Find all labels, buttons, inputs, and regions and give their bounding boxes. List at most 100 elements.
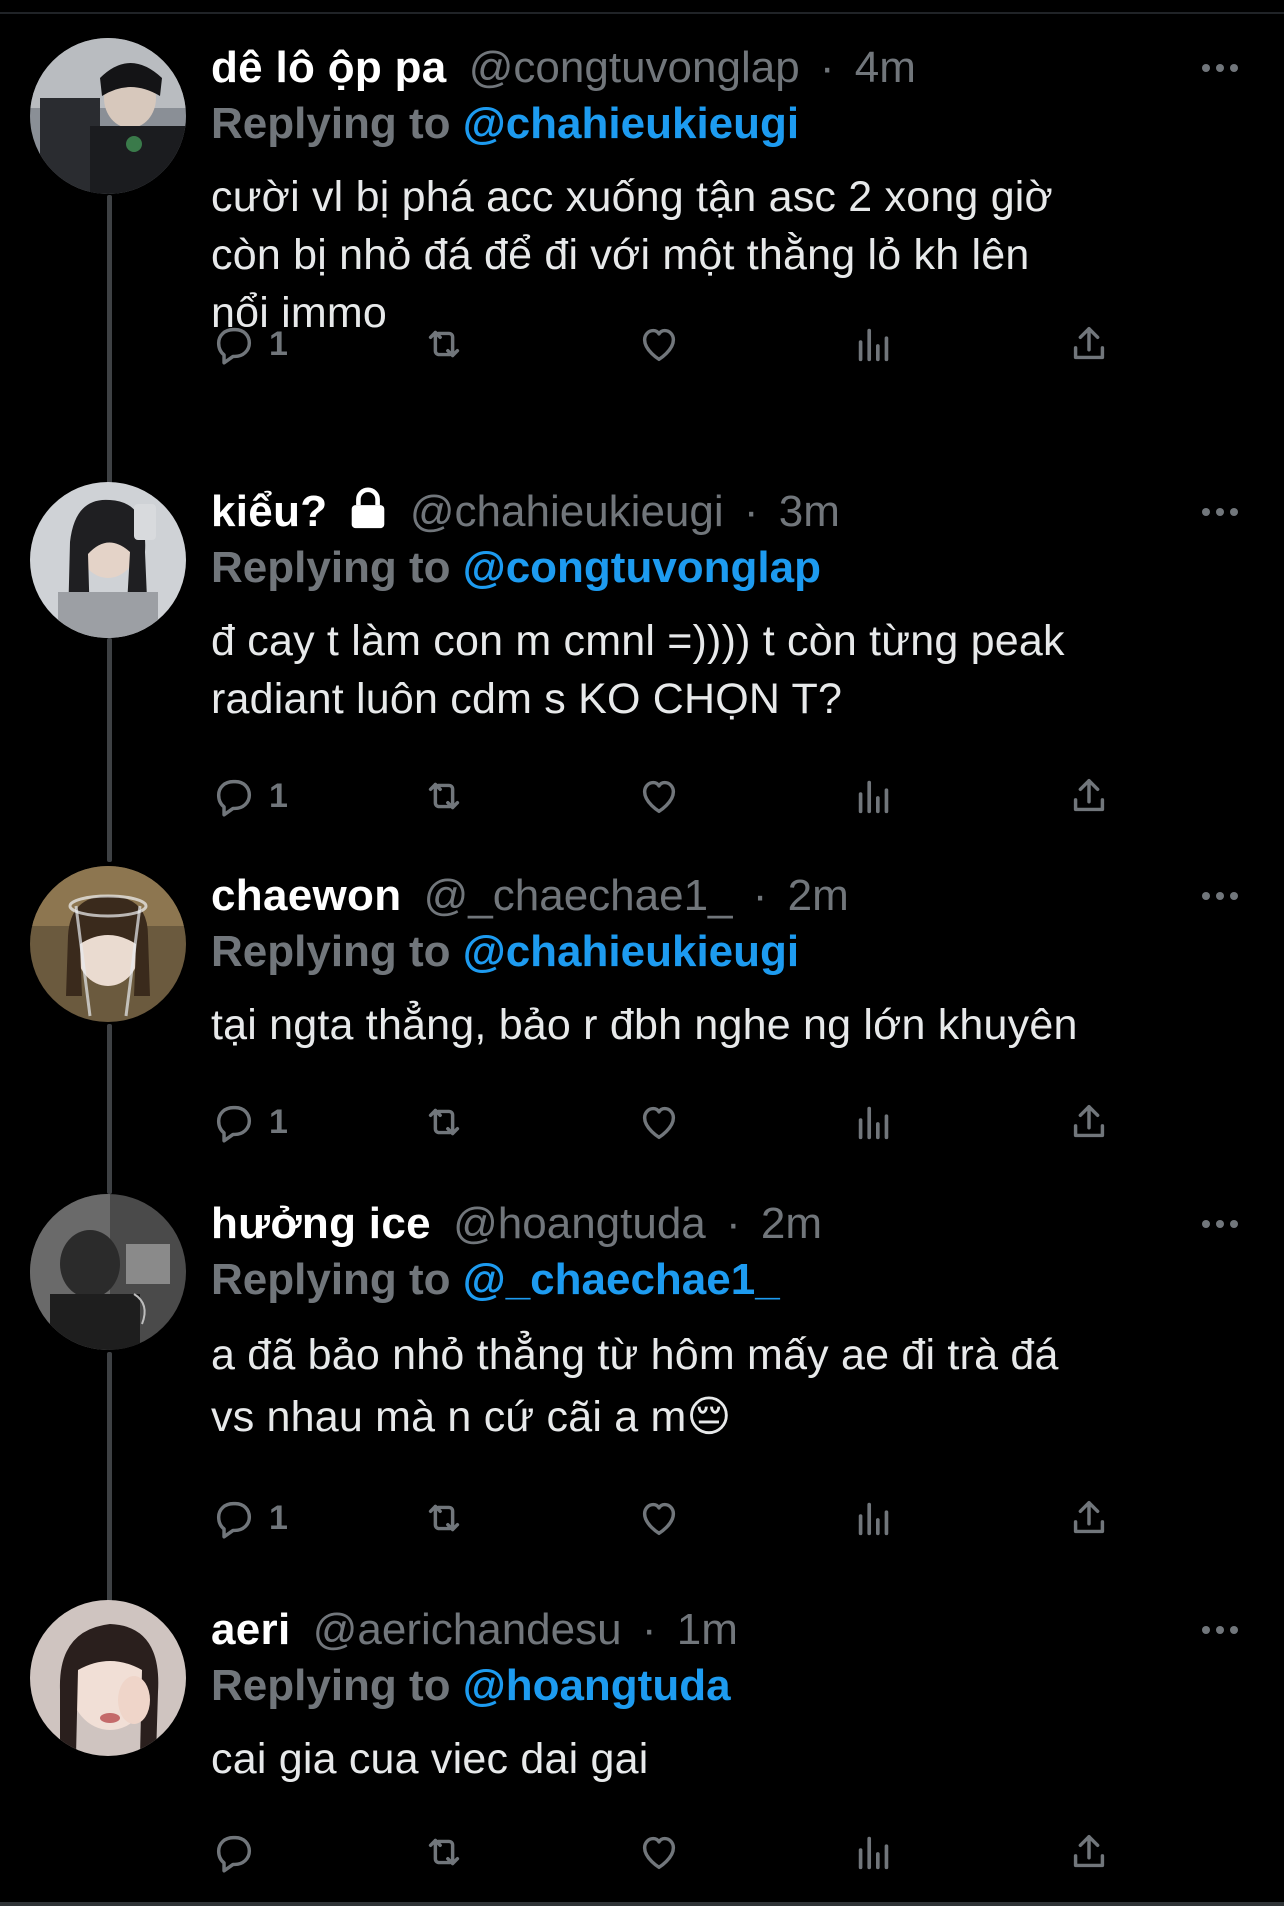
share-icon: [1073, 1500, 1105, 1534]
timestamp[interactable]: 2m: [788, 871, 849, 920]
share-button[interactable]: [1066, 1096, 1112, 1148]
share-button[interactable]: [1066, 1492, 1112, 1544]
tweet-header: hưởng ice @hoangtuda · 2m: [211, 1194, 822, 1254]
tweet-text: cai gia cua viec dai gai: [211, 1730, 1251, 1788]
display-name[interactable]: aeri: [211, 1605, 291, 1654]
like-button[interactable]: [636, 1096, 682, 1148]
replying-to: Replying to @chahieukieugi: [211, 922, 799, 982]
display-name[interactable]: dê lô ộp pa: [211, 43, 447, 92]
tweet-text-line: radiant luôn cdm s KO CHỌN T?: [211, 675, 843, 723]
action-bar: 1: [211, 318, 1131, 370]
separator-dot: ·: [819, 43, 835, 92]
tweet[interactable]: chaewon @_chaechae1_ · 2m Replying to @c…: [0, 866, 1284, 1166]
reply-count: 1: [269, 776, 288, 815]
reply-button[interactable]: [211, 1826, 269, 1878]
user-handle[interactable]: @chahieukieugi: [410, 487, 724, 536]
like-button[interactable]: [636, 770, 682, 822]
retweet-icon: [428, 1108, 460, 1136]
views-icon: [858, 328, 889, 362]
timestamp[interactable]: 1m: [677, 1605, 738, 1654]
tweet-text: đ cay t làm con m cmnl =)))) t còn từng …: [211, 612, 1251, 728]
display-name[interactable]: kiểu?: [211, 487, 327, 536]
retweet-icon: [428, 1838, 460, 1866]
avatar[interactable]: [30, 38, 186, 194]
views-button[interactable]: [851, 1826, 897, 1878]
reply-button[interactable]: 1: [211, 1096, 288, 1148]
reply-button[interactable]: 1: [211, 1492, 288, 1544]
reply-icon: [216, 779, 252, 817]
retweet-button[interactable]: [421, 1492, 467, 1544]
views-icon: [858, 1836, 889, 1870]
views-button[interactable]: [851, 318, 897, 370]
user-handle[interactable]: @_chaechae1_: [424, 871, 733, 920]
mention-link[interactable]: @chahieukieugi: [463, 99, 799, 148]
share-icon: [1073, 326, 1105, 360]
retweet-icon: [428, 782, 460, 810]
tweet-text-line: tại ngta thẳng, bảo r đbh nghe ng lớn kh…: [211, 1001, 1078, 1049]
replying-to: Replying to @chahieukieugi: [211, 94, 799, 154]
views-icon: [858, 1106, 889, 1140]
timestamp[interactable]: 2m: [761, 1199, 822, 1248]
tweet-text-line: cười vl bị phá acc xuống tận asc 2 xong …: [211, 173, 1053, 221]
share-button[interactable]: [1066, 770, 1112, 822]
views-icon: [858, 780, 889, 814]
share-icon: [1073, 1104, 1105, 1138]
tweet-header: kiểu? @chahieukieugi · 3m: [211, 482, 840, 542]
tweet-text-line: đ cay t làm con m cmnl =)))) t còn từng …: [211, 617, 1065, 665]
share-button[interactable]: [1066, 1826, 1112, 1878]
tweet[interactable]: dê lô ộp pa @congtuvonglap · 4m Replying…: [0, 38, 1284, 438]
top-divider: [0, 0, 1284, 14]
more-icon[interactable]: [1200, 1214, 1240, 1234]
mention-link[interactable]: @hoangtuda: [463, 1661, 731, 1710]
replying-label: Replying to: [211, 927, 451, 976]
replying-label: Replying to: [211, 1661, 451, 1710]
tweet-text-line: a đã bảo nhỏ thẳng từ hôm mấy ae đi trà …: [211, 1331, 1059, 1379]
reply-button[interactable]: 1: [211, 770, 288, 822]
reply-button[interactable]: 1: [211, 318, 288, 370]
mention-link[interactable]: @congtuvonglap: [463, 543, 821, 592]
user-handle[interactable]: @aerichandesu: [313, 1605, 622, 1654]
display-name[interactable]: chaewon: [211, 871, 401, 920]
more-icon[interactable]: [1200, 502, 1240, 522]
retweet-button[interactable]: [421, 1826, 467, 1878]
views-icon: [858, 1502, 889, 1536]
user-handle[interactable]: @hoangtuda: [453, 1199, 706, 1248]
views-button[interactable]: [851, 1096, 897, 1148]
like-button[interactable]: [636, 1826, 682, 1878]
more-icon[interactable]: [1200, 58, 1240, 78]
bottom-divider: [0, 1902, 1284, 1906]
views-button[interactable]: [851, 770, 897, 822]
share-button[interactable]: [1066, 318, 1112, 370]
display-name[interactable]: hưởng ice: [211, 1199, 431, 1248]
retweet-icon: [428, 330, 460, 358]
mention-link[interactable]: @_chaechae1_: [463, 1255, 780, 1304]
replying-label: Replying to: [211, 543, 451, 592]
tweet-text-line: cai gia cua viec dai gai: [211, 1735, 649, 1783]
heart-icon: [642, 1502, 676, 1536]
tweet[interactable]: kiểu? @chahieukieugi · 3m Replying to @c…: [0, 482, 1284, 817]
action-bar: [211, 1826, 1131, 1878]
views-button[interactable]: [851, 1492, 897, 1544]
heart-icon: [642, 1106, 676, 1140]
more-icon[interactable]: [1200, 1620, 1240, 1640]
tweet[interactable]: hưởng ice @hoangtuda · 2m Replying to @_…: [0, 1194, 1284, 1554]
replying-to: Replying to @congtuvonglap: [211, 538, 821, 598]
retweet-button[interactable]: [421, 770, 467, 822]
user-handle[interactable]: @congtuvonglap: [469, 43, 800, 92]
heart-icon: [642, 780, 676, 814]
tweet-header: dê lô ộp pa @congtuvonglap · 4m: [211, 38, 916, 98]
like-button[interactable]: [636, 1492, 682, 1544]
retweet-button[interactable]: [421, 318, 467, 370]
avatar[interactable]: [30, 1600, 186, 1756]
mention-link[interactable]: @chahieukieugi: [463, 927, 799, 976]
avatar[interactable]: [30, 1194, 186, 1350]
timestamp[interactable]: 3m: [779, 487, 840, 536]
lock-icon: [351, 487, 384, 529]
tweet[interactable]: aeri @aerichandesu · 1m Replying to @hoa…: [0, 1600, 1284, 1880]
avatar[interactable]: [30, 482, 186, 638]
retweet-button[interactable]: [421, 1096, 467, 1148]
like-button[interactable]: [636, 318, 682, 370]
avatar[interactable]: [30, 866, 186, 1022]
more-icon[interactable]: [1200, 886, 1240, 906]
timestamp[interactable]: 4m: [855, 43, 916, 92]
